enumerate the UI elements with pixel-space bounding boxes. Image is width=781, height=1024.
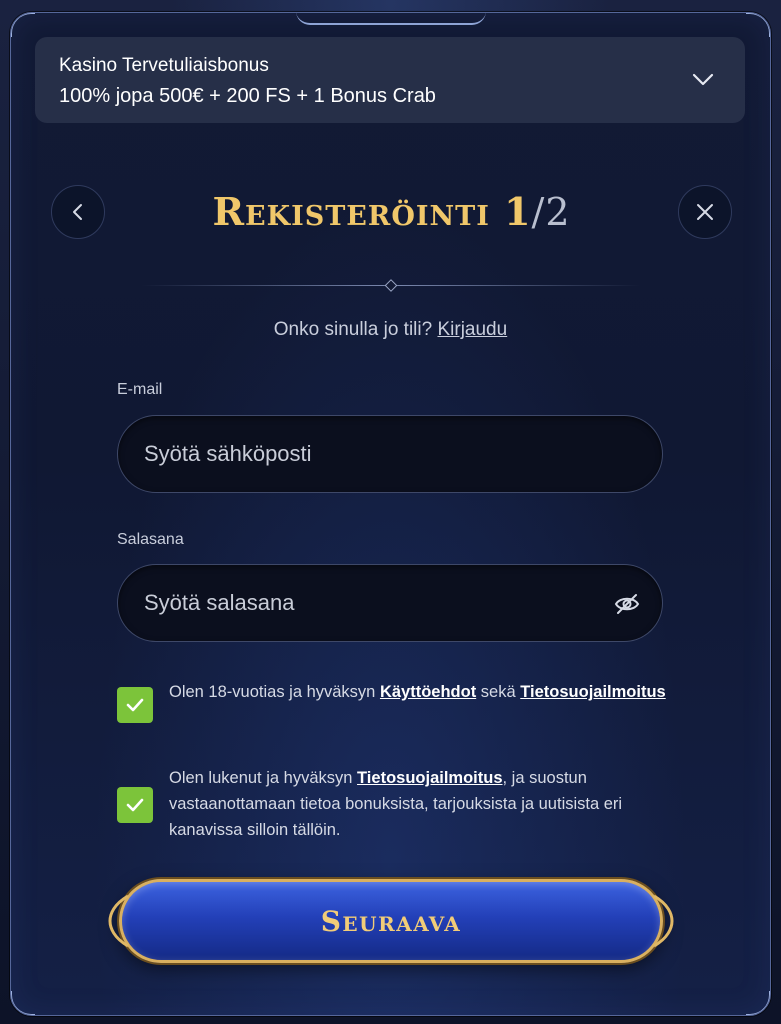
- marketing-checkbox[interactable]: [117, 787, 153, 823]
- diamond-ornament: [384, 279, 398, 292]
- top-frame-ornament: [295, 13, 486, 25]
- consent-text: sekä: [480, 683, 516, 701]
- next-button[interactable]: Seuraava: [108, 879, 674, 963]
- age-terms-text: Olen 18-vuotias ja hyväksyn Käyttöehdot …: [169, 679, 667, 705]
- age-terms-checkbox[interactable]: [117, 687, 153, 723]
- bonus-title: Kasino Tervetuliaisbonus: [59, 55, 269, 76]
- chevron-down-icon[interactable]: [691, 67, 715, 91]
- registration-modal: Kasino Tervetuliaisbonus 100% jopa 500€ …: [10, 12, 771, 1016]
- welcome-bonus-dropdown[interactable]: Kasino Tervetuliaisbonus 100% jopa 500€ …: [35, 37, 745, 123]
- close-icon: [697, 204, 713, 220]
- button-ornament: [108, 894, 129, 948]
- marketing-text: Olen lukenut ja hyväksyn Tietosuojailmoi…: [169, 765, 667, 843]
- email-label: E-mail: [117, 381, 163, 398]
- close-button[interactable]: [678, 185, 732, 239]
- title-text: Rekisteröinti 1: [212, 189, 532, 234]
- marketing-consent: Olen lukenut ja hyväksyn Tietosuojailmoi…: [117, 765, 667, 845]
- consent-text: Olen lukenut ja hyväksyn: [169, 769, 353, 787]
- password-label: Salasana: [117, 531, 184, 548]
- title-divider: [141, 279, 641, 292]
- password-field-wrapper: [117, 564, 663, 642]
- privacy-link[interactable]: Tietosuojailmoitus: [357, 769, 502, 787]
- page-title: Rekisteröinti 1/2: [51, 189, 732, 234]
- login-prompt-text: Onko sinulla jo tili?: [273, 319, 433, 340]
- email-field-wrapper: [117, 415, 663, 493]
- modal-header: Rekisteröinti 1/2: [51, 185, 732, 241]
- bonus-value: 100% jopa 500€ + 200 FS + 1 Bonus Crab: [59, 85, 436, 107]
- checkmark-icon: [126, 798, 144, 812]
- next-button-label: Seuraava: [320, 904, 462, 938]
- login-link[interactable]: Kirjaudu: [437, 319, 507, 340]
- consent-text: Olen 18-vuotias ja hyväksyn: [169, 683, 376, 701]
- button-ornament: [653, 894, 674, 948]
- privacy-link[interactable]: Tietosuojailmoitus: [520, 683, 665, 701]
- age-terms-consent: Olen 18-vuotias ja hyväksyn Käyttöehdot …: [117, 679, 667, 735]
- email-field[interactable]: [118, 416, 662, 492]
- title-step: /2: [531, 190, 571, 234]
- checkmark-icon: [126, 698, 144, 712]
- password-field[interactable]: [118, 565, 662, 641]
- eye-slash-icon[interactable]: [614, 591, 640, 617]
- terms-link[interactable]: Käyttöehdot: [380, 683, 476, 701]
- login-prompt: Onko sinulla jo tili? Kirjaudu: [11, 319, 770, 341]
